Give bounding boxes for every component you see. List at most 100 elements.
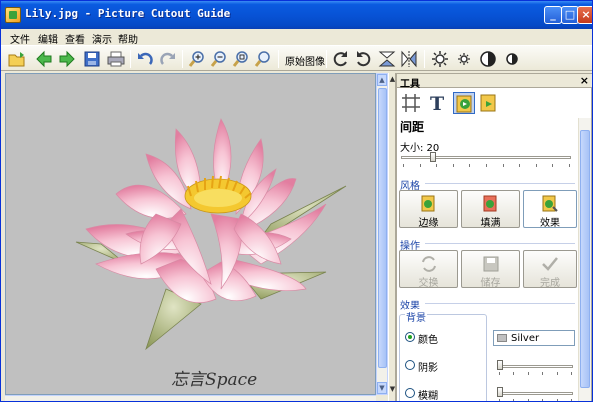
save-icon[interactable]	[83, 50, 101, 68]
effect-button[interactable]: 效果	[523, 190, 577, 229]
slider-tick	[571, 372, 572, 375]
scroll-up-arrow[interactable]: ▲	[377, 74, 387, 86]
blur-slider-thumb[interactable]	[497, 387, 503, 397]
swap-button-label: 交换	[418, 278, 439, 289]
spacing-title: 间距	[400, 120, 425, 134]
tools-panel: 工具 × T 间距 大小: 20 风格 边缘 填满 效果 操作 交换 储存 完成…	[396, 73, 592, 402]
rotate-left-icon[interactable]	[332, 50, 350, 68]
flip-vertical-icon[interactable]	[378, 50, 396, 68]
finish-button-label: 完成	[540, 278, 560, 289]
redo-icon[interactable]	[159, 50, 177, 68]
edge-button-label: 边缘	[418, 218, 439, 229]
color-value: Silver	[511, 333, 540, 344]
panel-close-icon[interactable]: ×	[580, 74, 589, 87]
text-tool-icon[interactable]: T	[426, 92, 448, 114]
blur-slider[interactable]	[497, 392, 573, 395]
slider-tick	[469, 164, 470, 167]
title-bar[interactable]: Lily.jpg - Picture Cutout Guide _ □ ×	[1, 1, 592, 29]
chevron-up-icon[interactable]: ▲	[389, 73, 396, 85]
toolbar-separator	[182, 50, 183, 68]
zoom-out-icon[interactable]	[210, 50, 228, 68]
canvas-vertical-scrollbar[interactable]: ▲ ▼	[376, 73, 388, 395]
rotate-right-icon[interactable]	[354, 50, 372, 68]
toolbar-separator	[278, 50, 279, 68]
original-image-button[interactable]: 原始图像	[285, 53, 325, 68]
slider-tick	[536, 164, 537, 167]
menu-bar: 文件 编辑 查看 演示 帮助	[1, 29, 592, 46]
size-slider-thumb[interactable]	[430, 152, 436, 162]
print-icon[interactable]	[107, 50, 125, 68]
flip-horizontal-icon[interactable]	[400, 50, 418, 68]
zoom-in-icon[interactable]	[188, 50, 206, 68]
swap-button[interactable]: 交换	[399, 250, 458, 289]
undo-icon[interactable]	[136, 50, 154, 68]
minimize-button[interactable]: _	[544, 6, 562, 24]
size-slider[interactable]	[401, 156, 571, 159]
toolbar: 原始图像	[1, 45, 592, 71]
app-icon	[5, 7, 21, 23]
slider-tick	[499, 372, 500, 375]
color-swatch	[497, 334, 507, 342]
back-arrow-icon[interactable]	[35, 50, 53, 68]
slider-tick	[453, 164, 454, 167]
slider-tick	[403, 164, 404, 167]
contrast-up-icon[interactable]	[479, 50, 497, 68]
slider-tick	[557, 372, 558, 375]
svg-text:T: T	[430, 93, 444, 114]
contrast-down-icon[interactable]	[503, 50, 521, 68]
finish-button[interactable]: 完成	[523, 250, 577, 289]
menu-view[interactable]: 查看	[65, 31, 85, 46]
fill-button-label: 填满	[480, 218, 501, 229]
slider-tick	[436, 164, 437, 167]
shadow-slider[interactable]	[497, 365, 573, 368]
crop-grid-icon[interactable]	[400, 92, 422, 114]
open-folder-icon[interactable]	[8, 50, 26, 68]
menu-file[interactable]: 文件	[10, 31, 30, 46]
scroll-thumb[interactable]	[378, 88, 387, 368]
close-button[interactable]: ×	[577, 6, 592, 24]
swap-icon	[421, 256, 436, 272]
slider-tick	[486, 164, 487, 167]
radio-shadow[interactable]	[405, 360, 415, 370]
watermark-caption: 忘言Space	[171, 370, 258, 390]
slider-tick	[552, 164, 553, 167]
menu-edit[interactable]: 编辑	[38, 31, 58, 46]
store-button[interactable]: 储存	[461, 250, 520, 289]
edge-button[interactable]: 边缘	[399, 190, 458, 229]
panel-scrollbar[interactable]	[578, 118, 591, 401]
image-canvas[interactable]	[5, 73, 376, 395]
zoom-actual-icon[interactable]	[254, 50, 272, 68]
menu-demo[interactable]: 演示	[92, 31, 112, 46]
slider-tick	[519, 164, 520, 167]
operation-section-divider	[425, 243, 575, 244]
menu-help[interactable]: 帮助	[118, 31, 138, 46]
brightness-up-icon[interactable]	[431, 50, 449, 68]
zoom-fit-icon[interactable]	[232, 50, 250, 68]
radio-color-label: 颜色	[418, 335, 438, 346]
fill-icon	[483, 195, 496, 212]
slider-tick	[513, 372, 514, 375]
panel-splitter[interactable]: ▲ ▼	[388, 73, 396, 401]
canvas-horizontal-scrollbar[interactable]	[5, 395, 376, 401]
panel-scroll-thumb[interactable]	[580, 130, 590, 388]
checkmark-icon	[542, 257, 558, 271]
forward-arrow-icon[interactable]	[58, 50, 76, 68]
effect-icon	[542, 195, 558, 212]
cutout-tool-icon[interactable]	[453, 92, 475, 114]
radio-color[interactable]	[405, 332, 415, 342]
app-window: Lily.jpg - Picture Cutout Guide _ □ × 文件…	[0, 0, 593, 402]
adjust-tool-icon[interactable]	[478, 92, 500, 114]
toolbar-separator	[326, 50, 327, 68]
brightness-down-icon[interactable]	[455, 50, 473, 68]
slider-tick	[528, 372, 529, 375]
shadow-slider-thumb[interactable]	[497, 360, 503, 370]
effect-button-label: 效果	[540, 218, 560, 229]
radio-blur[interactable]	[405, 388, 415, 398]
background-color-select[interactable]: Silver	[493, 330, 575, 346]
chevron-down-icon[interactable]: ▼	[389, 383, 396, 395]
window-title: Lily.jpg - Picture Cutout Guide	[25, 7, 231, 20]
radio-blur-label: 模糊	[418, 391, 438, 402]
fill-button[interactable]: 填满	[461, 190, 520, 229]
toolbar-separator	[130, 50, 131, 68]
scroll-down-arrow[interactable]: ▼	[377, 382, 387, 394]
